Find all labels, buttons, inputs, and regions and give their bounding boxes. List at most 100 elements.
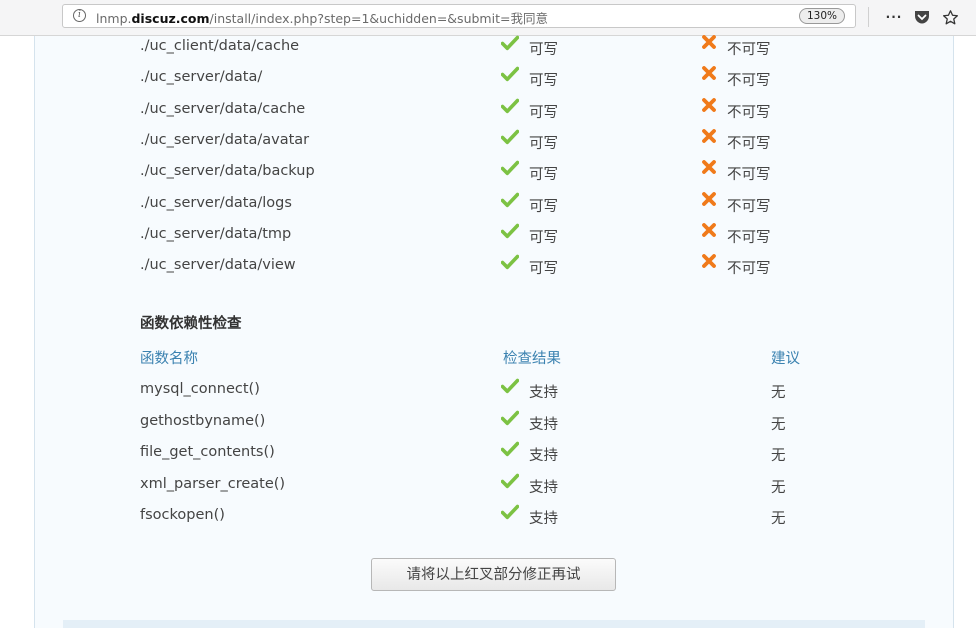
current-label: 不可写 (727, 261, 771, 278)
current-status: 不可写 (701, 97, 771, 122)
required-status: 可写 (501, 222, 558, 247)
function-name: mysql_connect() (140, 381, 260, 397)
result-label: 支持 (529, 511, 558, 527)
required-label: 可写 (529, 42, 558, 58)
required-status: 可写 (501, 34, 558, 59)
function-name: gethostbyname() (140, 412, 266, 429)
dir-row: ./uc_client/data/cache 可写 不可写 (35, 34, 953, 64)
check-icon (501, 191, 519, 207)
function-row: xml_parser_create() 支持 无 (35, 472, 953, 502)
required-status: 可写 (501, 159, 558, 184)
check-result: 支持 (501, 503, 558, 528)
header-function-name: 函数名称 (140, 351, 198, 367)
suggestion: 无 (771, 385, 786, 401)
more-icon[interactable]: ··· (885, 8, 903, 26)
required-status: 可写 (501, 65, 558, 90)
required-status: 可写 (501, 191, 558, 216)
zoom-level-badge[interactable]: 130% (799, 8, 845, 24)
cross-icon (701, 128, 717, 144)
site-info-icon[interactable]: i (73, 9, 86, 22)
dir-row: ./uc_server/data/tmp 可写 不可写 (35, 222, 953, 252)
check-result: 支持 (501, 377, 558, 402)
function-name: fsockopen() (140, 507, 225, 523)
required-status: 可写 (501, 97, 558, 122)
suggestion: 无 (771, 511, 786, 527)
required-status: 可写 (501, 128, 558, 153)
required-label: 可写 (529, 261, 558, 278)
cross-icon (701, 253, 717, 269)
pocket-icon[interactable] (913, 8, 931, 26)
check-result: 支持 (501, 472, 558, 497)
function-name: file_get_contents() (140, 444, 275, 460)
function-row: file_get_contents() 支持 无 (35, 440, 953, 470)
result-label: 支持 (529, 448, 558, 464)
result-label: 支持 (529, 416, 558, 433)
dir-path: ./uc_server/data/view (140, 257, 296, 274)
result-label: 支持 (529, 385, 558, 401)
cross-icon (701, 34, 717, 50)
url-bar[interactable]: i lnmp.discuz.com/install/index.php?step… (62, 4, 856, 28)
check-icon (501, 253, 519, 270)
check-icon (501, 159, 519, 176)
check-icon (501, 409, 519, 425)
current-status: 不可写 (701, 34, 771, 59)
current-label: 不可写 (727, 167, 771, 184)
check-icon (501, 503, 519, 520)
current-status: 不可写 (701, 65, 771, 90)
required-status: 可写 (501, 253, 558, 278)
check-result: 支持 (501, 440, 558, 465)
dir-path: ./uc_server/data/ (140, 69, 263, 86)
dir-path: ./uc_server/data/logs (140, 194, 292, 211)
required-label: 可写 (529, 198, 558, 215)
current-label: 不可写 (727, 73, 771, 90)
cross-icon (701, 191, 717, 207)
browser-toolbar: i lnmp.discuz.com/install/index.php?step… (0, 0, 976, 36)
bookmark-star-icon[interactable] (941, 8, 959, 26)
check-icon (501, 128, 519, 144)
toolbar-divider (868, 7, 869, 27)
install-panel: ./uc_client/data/cache 可写 不可写 ./uc_server/d… (34, 34, 954, 628)
function-row: gethostbyname() 支持 无 (35, 409, 953, 439)
result-label: 支持 (529, 479, 558, 496)
check-icon (501, 222, 519, 238)
function-row: mysql_connect() 支持 无 (35, 377, 953, 407)
cross-icon (701, 159, 717, 175)
suggestion: 无 (771, 416, 786, 433)
current-status: 不可写 (701, 191, 771, 216)
suggestion: 无 (771, 479, 786, 496)
current-label: 不可写 (727, 104, 771, 121)
dir-row: ./uc_server/data/view 可写 不可写 (35, 253, 953, 283)
check-result: 支持 (501, 409, 558, 434)
current-status: 不可写 (701, 253, 771, 278)
function-name: xml_parser_create() (140, 475, 286, 492)
cross-icon (701, 97, 717, 113)
url-text[interactable]: lnmp.discuz.com/install/index.php?step=1… (96, 8, 548, 27)
dir-row: ./uc_server/data/avatar 可写 不可写 (35, 128, 953, 158)
check-icon (501, 440, 519, 457)
suggestion: 无 (771, 448, 786, 464)
check-icon (501, 97, 519, 113)
function-check-title: 函数依赖性检查 (140, 316, 242, 332)
retry-button[interactable]: 请将以上红叉部分修正再试 (371, 558, 616, 591)
dir-path: ./uc_server/data/cache (140, 100, 306, 117)
current-label: 不可写 (727, 229, 771, 246)
cross-icon (701, 65, 717, 81)
dir-path: ./uc_server/data/tmp (140, 225, 292, 242)
check-icon (501, 472, 519, 488)
footer-bar (63, 620, 925, 628)
dir-row: ./uc_server/data/可写 不可写 (35, 65, 953, 95)
dir-path: ./uc_server/data/backup (140, 163, 315, 180)
function-row: fsockopen() 支持 无 (35, 503, 953, 533)
check-icon (501, 34, 519, 51)
cross-icon (701, 222, 717, 238)
check-icon (501, 65, 519, 82)
required-label: 可写 (529, 167, 558, 184)
current-label: 不可写 (727, 42, 771, 58)
dir-row: ./uc_server/data/cache 可写 不可写 (35, 97, 953, 127)
required-label: 可写 (529, 135, 558, 152)
dir-path: ./uc_server/data/avatar (140, 131, 310, 148)
dir-path: ./uc_client/data/cache (140, 38, 300, 54)
required-label: 可写 (529, 104, 558, 121)
required-label: 可写 (529, 229, 558, 246)
check-icon (501, 377, 519, 394)
